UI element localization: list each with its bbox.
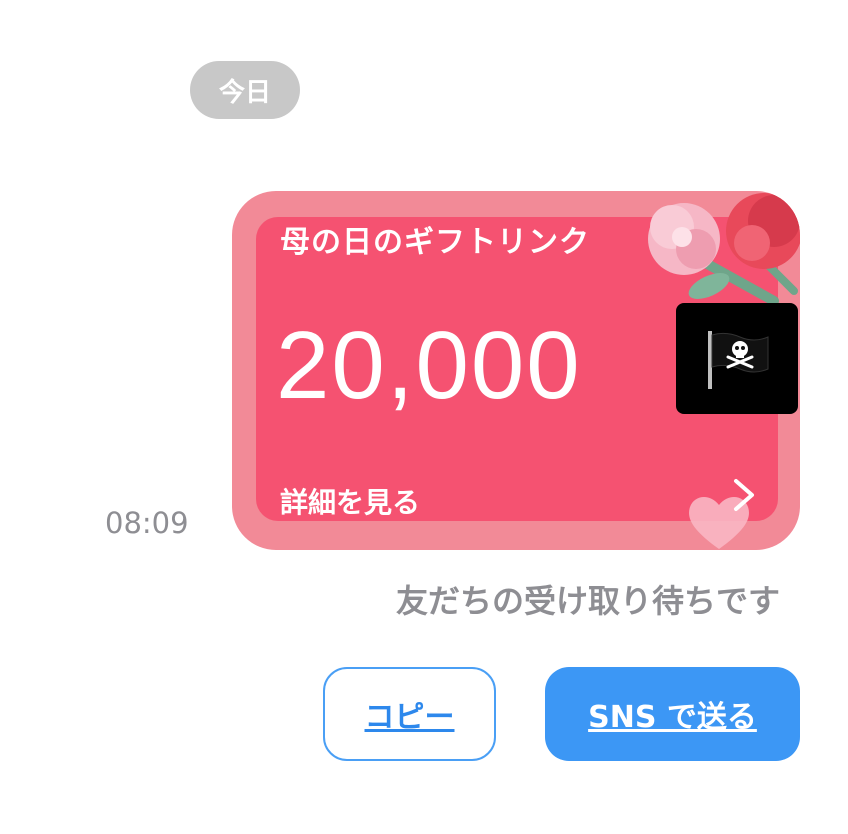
send-via-sns-button[interactable]: SNS で送る [545,667,800,761]
chevron-right-icon[interactable] [724,475,764,515]
carnation-flowers-icon [648,193,800,306]
date-label: 今日 [218,77,271,108]
gift-amount: 20,000 [276,312,582,419]
message-timestamp: 08:09 [105,506,189,540]
pirate-flag-graphic [708,330,769,389]
date-separator-pill: 今日 [190,61,300,119]
pirate-flag-icon [676,303,798,414]
view-details-link[interactable]: 詳細を見る [280,481,420,521]
send-via-sns-label: SNS で送る [588,700,757,735]
copy-button-label: コピー [364,700,455,735]
copy-button[interactable]: コピー [323,667,496,761]
pending-status-text: 友だちの受け取り待ちです [396,582,781,620]
gift-card-title: 母の日のギフトリンク [280,225,590,260]
